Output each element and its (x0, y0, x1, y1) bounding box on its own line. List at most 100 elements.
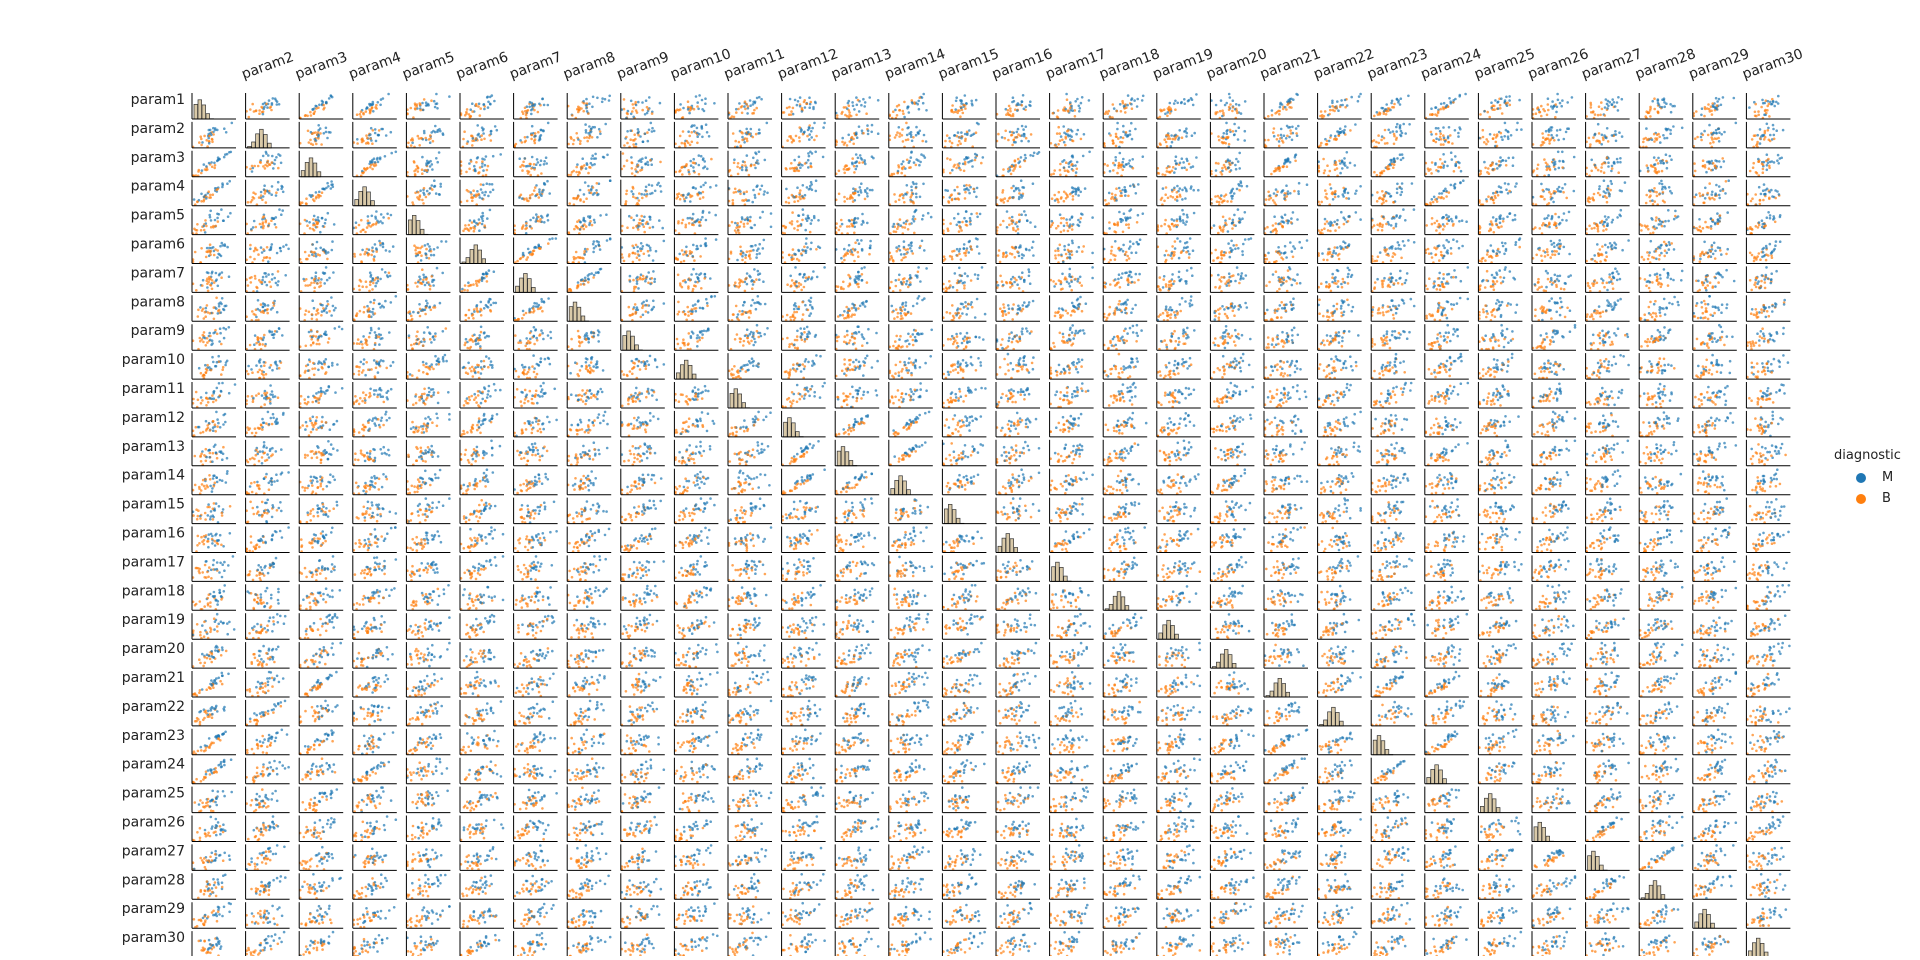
hist-bar (206, 114, 210, 119)
point-m (1518, 99, 1521, 102)
point-m (898, 126, 901, 129)
point-m (1616, 158, 1619, 161)
cell-param1-param24 (1425, 93, 1469, 120)
point-m (1703, 130, 1706, 133)
point-m (1399, 134, 1402, 137)
cell-param2-param21 (1264, 122, 1308, 148)
point-b (577, 174, 580, 177)
point-m (859, 154, 862, 157)
point-m (1083, 133, 1086, 136)
point-b (1265, 145, 1268, 148)
point-b (626, 159, 629, 162)
point-b (691, 141, 694, 144)
point-m (1458, 126, 1461, 129)
cell-param1-param12 (781, 93, 825, 119)
point-m (861, 129, 864, 132)
point-b (1059, 169, 1062, 172)
point-b (1658, 136, 1661, 139)
point-m (576, 163, 579, 166)
point-b (1229, 129, 1232, 132)
point-m (1296, 94, 1299, 97)
point-b (786, 139, 789, 142)
point-b (524, 141, 527, 144)
point-b (623, 165, 626, 168)
point-b (1493, 134, 1496, 137)
point-b (521, 141, 524, 144)
point-b (1711, 113, 1714, 116)
point-m (1395, 126, 1398, 129)
point-m (693, 124, 696, 127)
point-m (270, 193, 273, 196)
point-m (1136, 98, 1139, 101)
point-b (851, 157, 854, 160)
point-b (1164, 174, 1167, 177)
point-m (1716, 100, 1719, 103)
cell-param1-param3 (299, 93, 343, 119)
point-m (1174, 100, 1177, 103)
point-b (1753, 134, 1756, 137)
point-m (1336, 100, 1339, 103)
point-m (1645, 127, 1648, 130)
point-m (1183, 166, 1186, 169)
point-b (1539, 111, 1542, 114)
point-m (380, 98, 383, 101)
point-b (637, 164, 640, 167)
column-label-param7: param7 (507, 49, 564, 83)
point-m (1566, 127, 1569, 130)
point-m (1071, 155, 1074, 158)
point-m (1014, 141, 1017, 144)
point-b (1118, 162, 1121, 165)
point-m (760, 98, 763, 101)
point-b (420, 137, 423, 140)
point-b (1599, 114, 1602, 117)
column-label-param8: param8 (561, 49, 618, 83)
point-b (788, 106, 791, 109)
point-m (315, 139, 318, 142)
point-b (373, 165, 376, 168)
point-m (431, 168, 434, 171)
point-m (262, 155, 265, 158)
point-m (318, 191, 321, 194)
point-m (200, 193, 203, 196)
point-b (481, 160, 484, 163)
point-b (848, 109, 851, 112)
point-m (811, 127, 814, 130)
point-m (957, 131, 960, 134)
point-m (741, 166, 744, 169)
point-m (1665, 129, 1668, 132)
cell-param2-param14 (889, 122, 933, 149)
point-m (1280, 134, 1283, 137)
point-m (208, 129, 211, 132)
point-m (431, 184, 434, 187)
point-b (1013, 167, 1016, 170)
point-b (1762, 168, 1765, 171)
point-b (1181, 136, 1184, 139)
row-label-param2: param2 (131, 121, 185, 137)
cell-param1-param15 (942, 93, 986, 119)
point-m (1237, 160, 1240, 163)
point-b (1600, 170, 1603, 173)
point-b (1442, 108, 1445, 111)
point-m (1235, 158, 1238, 161)
point-b (1493, 105, 1496, 108)
point-b (794, 170, 797, 173)
cell-param2-param7 (513, 122, 557, 149)
point-b (1278, 170, 1281, 173)
point-b (795, 135, 798, 138)
point-m (547, 122, 550, 125)
point-b (649, 159, 652, 162)
point-m (1354, 164, 1357, 167)
point-b (1756, 172, 1759, 175)
point-m (1614, 130, 1617, 133)
point-b (478, 171, 481, 174)
row-label-param8: param8 (131, 294, 185, 310)
point-m (969, 160, 972, 163)
point-m (1291, 126, 1294, 129)
point-b (1693, 162, 1696, 165)
point-b (1429, 113, 1432, 116)
point-b (429, 134, 432, 137)
point-b (1227, 136, 1230, 139)
point-b (1273, 170, 1276, 173)
point-m (965, 102, 968, 105)
hist-bar (301, 171, 305, 177)
